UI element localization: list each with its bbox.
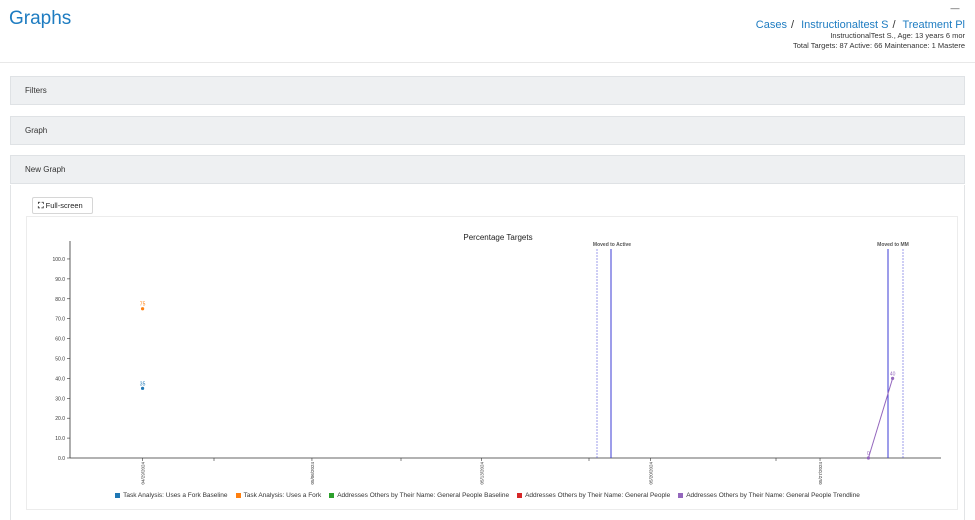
x-tick-label: 04/29/2024 xyxy=(141,462,146,485)
breadcrumb: Cases / Instructionaltest S / Treatment Pl xyxy=(755,19,965,31)
breadcrumb-treatment-plan-link[interactable]: Treatment Pl xyxy=(902,19,965,31)
legend-item[interactable]: Addresses Others by Their Name: General … xyxy=(329,492,509,499)
legend-label: Addresses Others by Their Name: General … xyxy=(686,492,860,499)
y-tick-label: 0.0 xyxy=(58,456,65,462)
y-tick-label: 60.0 xyxy=(55,337,65,343)
fullscreen-icon: ⛶ xyxy=(38,201,44,210)
legend-swatch xyxy=(678,492,684,498)
graph-panel-header[interactable]: Graph xyxy=(10,116,965,145)
y-tick-label: 100.0 xyxy=(52,257,65,263)
header-divider xyxy=(0,62,975,63)
y-tick-label: 90.0 xyxy=(55,277,65,283)
legend-item[interactable]: Addresses Others by Their Name: General … xyxy=(678,492,860,499)
annotation-moved-to-mm: Moved to MM xyxy=(877,242,909,248)
y-tick-label: 50.0 xyxy=(55,356,65,362)
legend-item[interactable]: Task Analysis: Uses a Fork xyxy=(235,492,322,499)
legend-swatch xyxy=(235,492,241,498)
y-tick-label: 70.0 xyxy=(55,317,65,323)
legend-label: Addresses Others by Their Name: General … xyxy=(525,492,671,499)
y-tick-label: 40.0 xyxy=(55,376,65,382)
target-stats: Total Targets: 87 Active: 66 Maintenance… xyxy=(792,41,965,50)
x-tick-label: 05/27/2024 xyxy=(818,462,823,485)
new-graph-panel-header[interactable]: New Graph xyxy=(10,155,965,184)
percentage-targets-chart: Percentage Targets 0.0 10.0 20.0 30.0 40.0 50.… xyxy=(52,233,941,485)
legend-label: Task Analysis: Uses a Fork xyxy=(243,492,322,499)
chart-title: Percentage Targets xyxy=(463,233,532,242)
data-label: 35 xyxy=(140,381,146,387)
fullscreen-button[interactable]: ⛶ Full-screen xyxy=(32,197,93,214)
expand-icon[interactable]: ― xyxy=(947,4,963,14)
breadcrumb-client-link[interactable]: Instructionaltest S xyxy=(801,19,888,31)
series-line-4 xyxy=(867,378,894,459)
x-tick-label: 05/13/2024 xyxy=(479,462,484,485)
x-tick-label: 05/06/2024 xyxy=(310,462,315,485)
y-tick-label: 80.0 xyxy=(55,297,65,303)
legend-item[interactable]: Task Analysis: Uses a Fork Baseline xyxy=(115,492,228,499)
legend-label: Task Analysis: Uses a Fork Baseline xyxy=(123,492,228,499)
legend-swatch xyxy=(517,492,523,498)
x-tick-label: 05/20/2024 xyxy=(649,462,654,485)
data-label: 0 xyxy=(867,451,870,457)
data-label: 75 xyxy=(140,302,146,308)
data-label: 40 xyxy=(890,371,896,377)
chart-legend: Task Analysis: Uses a Fork Baseline Task … xyxy=(0,492,975,499)
legend-swatch xyxy=(329,492,335,498)
annotation-moved-to-active: Moved to Active xyxy=(593,242,631,248)
fullscreen-label: Full-screen xyxy=(45,201,83,210)
page-title: Graphs xyxy=(9,8,72,29)
y-tick-label: 30.0 xyxy=(55,396,65,402)
y-tick-label: 20.0 xyxy=(55,416,65,422)
legend-item[interactable]: Addresses Others by Their Name: General … xyxy=(517,492,670,499)
legend-label: Addresses Others by Their Name: General … xyxy=(337,492,510,499)
filters-panel-header[interactable]: Filters xyxy=(10,76,965,105)
breadcrumb-cases-link[interactable]: Cases xyxy=(756,19,787,31)
legend-swatch xyxy=(115,492,121,498)
y-tick-label: 10.0 xyxy=(55,436,65,442)
patient-info: InstructionalTest S., Age: 13 years 6 mo… xyxy=(830,31,965,40)
